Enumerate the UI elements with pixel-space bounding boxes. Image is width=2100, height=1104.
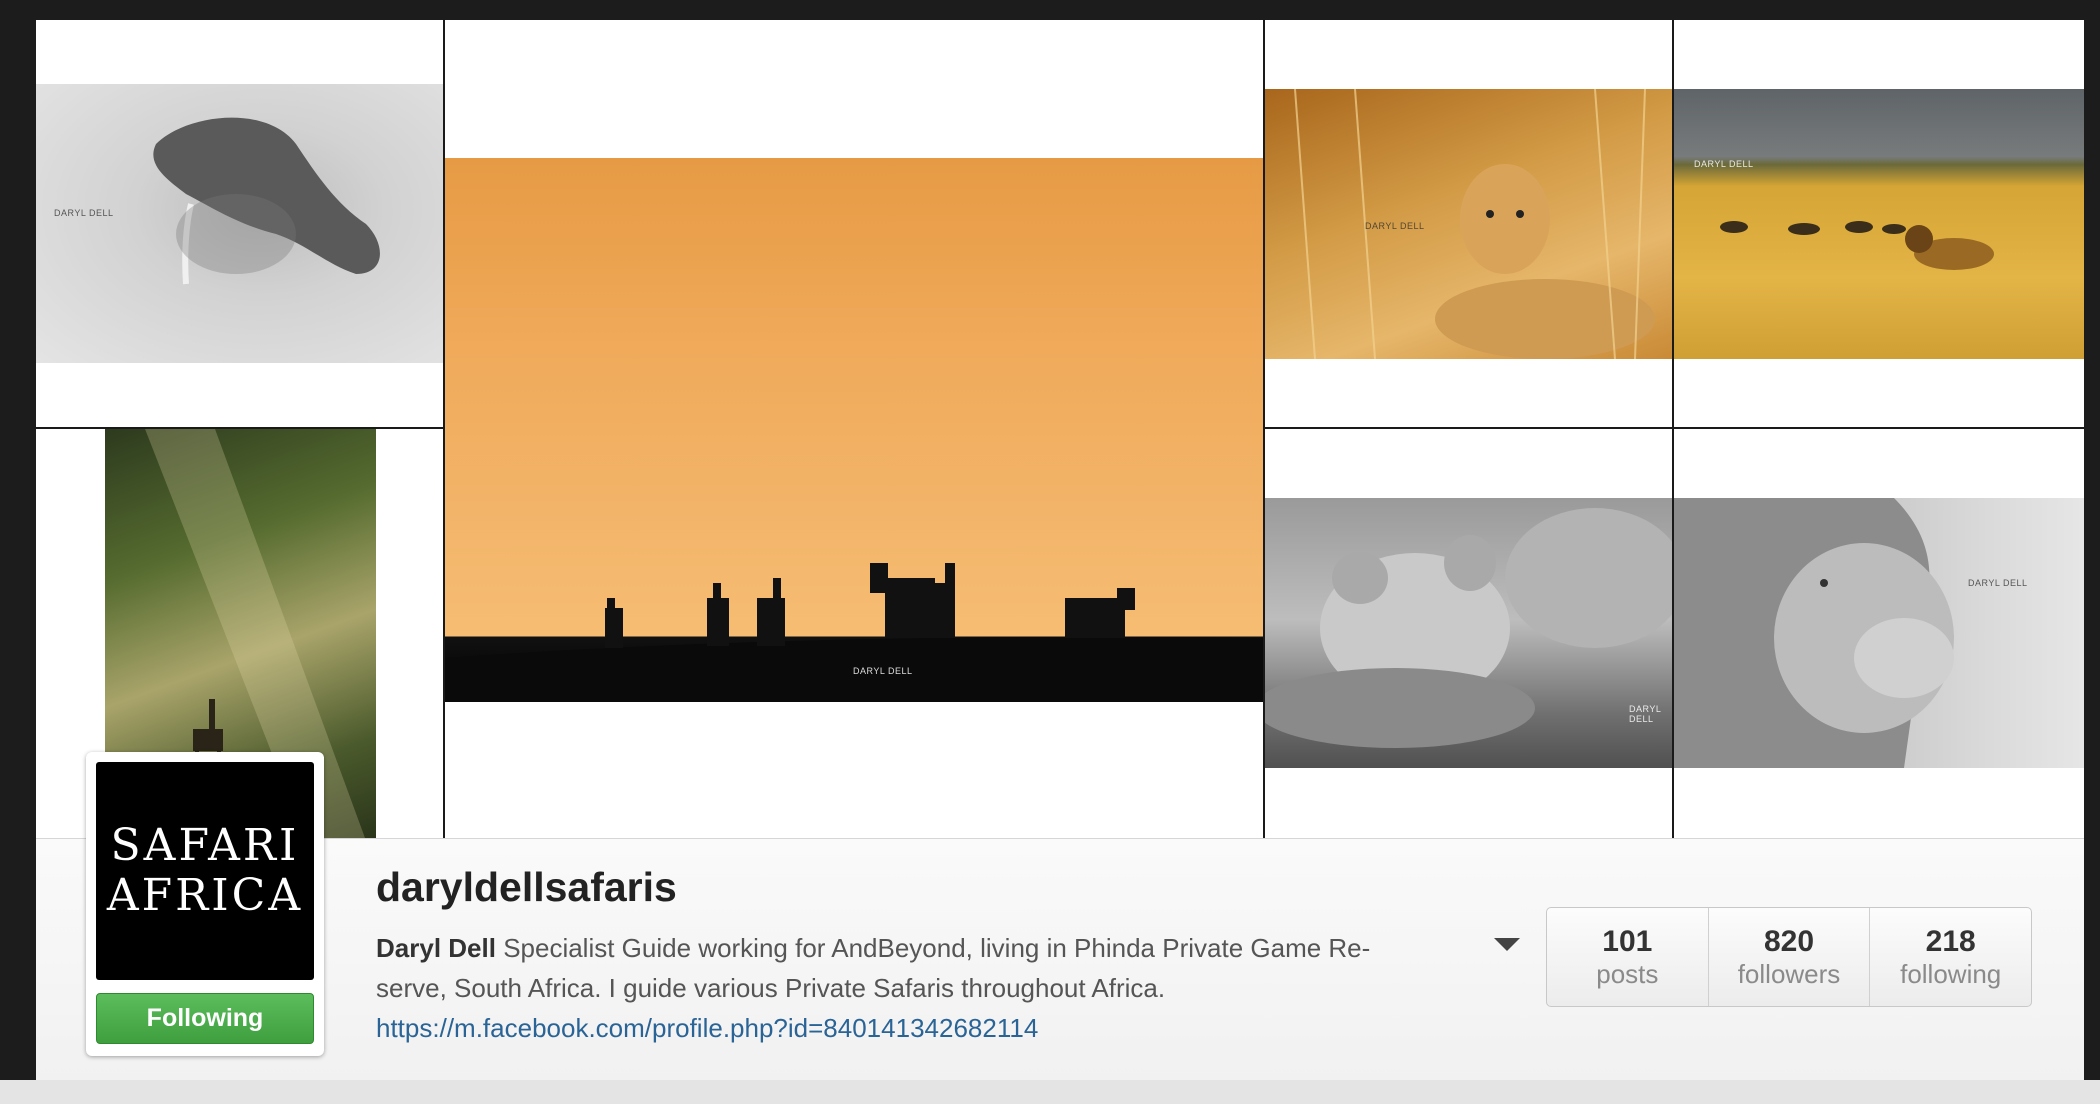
savanna-image: DARYL DELL	[1674, 89, 2084, 359]
watermark: DARYL DELL	[1629, 704, 1662, 724]
stat-label: followers	[1737, 959, 1841, 989]
profile-footer-strip	[0, 1080, 2100, 1104]
stat-value: 820	[1763, 925, 1815, 958]
stat-following[interactable]: 218 following	[1870, 908, 2031, 1006]
grid-divider	[443, 20, 445, 838]
grid-photo-zebras-sunset[interactable]: DARYL DELL	[445, 20, 1263, 838]
watermark: DARYL DELL	[54, 208, 114, 218]
bio-text: Specialist Guide working for AndBeyond, …	[376, 933, 1371, 1003]
elephant-silhouette	[153, 117, 380, 285]
lion-cub-image: DARYL DELL	[1265, 498, 1672, 768]
chevron-down-icon[interactable]	[1494, 938, 1520, 951]
lion-and-herd	[1720, 221, 1994, 270]
watermark: DARYL DELL	[1968, 578, 2028, 588]
lion-cub-shape	[1265, 508, 1672, 748]
grid-photo-elephant[interactable]: DARYL DELL	[36, 20, 443, 427]
profile-link[interactable]: https://m.facebook.com/profile.php?id=84…	[376, 1008, 1436, 1048]
following-button[interactable]: Following	[96, 993, 314, 1044]
grid-divider	[1265, 427, 2084, 429]
stat-posts[interactable]: 101 posts	[1547, 908, 1709, 1006]
stat-label: following	[1900, 959, 2002, 989]
grid-photo-cheetah-cub[interactable]: DARYL DELL	[1265, 20, 1672, 427]
cheetah-shape	[1294, 89, 1655, 359]
stat-value: 218	[1925, 925, 1976, 958]
profile-stats: 101 posts 820 followers 218 following	[1546, 907, 2032, 1007]
elephant-image: DARYL DELL	[36, 84, 443, 363]
male-lion-image: DARYL DELL	[1674, 498, 2084, 768]
avatar[interactable]: SAFARI AFRICA	[96, 762, 314, 980]
zebra-silhouettes	[445, 563, 1263, 702]
male-lion-shape	[1674, 498, 1954, 768]
username: daryldellsafaris	[376, 864, 677, 910]
grid-divider	[1672, 20, 1674, 838]
grid-divider	[36, 427, 443, 429]
profile-bio: Daryl Dell Specialist Guide working for …	[376, 928, 1436, 1048]
cheetah-image: DARYL DELL	[1265, 89, 1672, 359]
watermark: DARYL DELL	[1694, 159, 1754, 169]
grid-photo-lion-savanna[interactable]: DARYL DELL	[1674, 20, 2084, 427]
watermark: DARYL DELL	[1365, 221, 1425, 231]
grid-photo-male-lion[interactable]: DARYL DELL	[1674, 429, 2084, 838]
avatar-card: SAFARI AFRICA Following	[86, 752, 324, 1056]
zebras-sunset-image: DARYL DELL	[445, 158, 1263, 702]
avatar-logo-text: AFRICA	[106, 870, 304, 921]
watermark: DARYL DELL	[853, 666, 913, 676]
avatar-logo-text: SAFARI	[110, 820, 300, 871]
stat-value: 101	[1602, 925, 1653, 958]
stat-label: posts	[1596, 959, 1659, 989]
grid-divider	[1263, 20, 1265, 838]
stat-followers[interactable]: 820 followers	[1709, 908, 1871, 1006]
grid-photo-lion-cub[interactable]: DARYL DELL	[1265, 429, 1672, 838]
full-name: Daryl Dell	[376, 933, 496, 963]
